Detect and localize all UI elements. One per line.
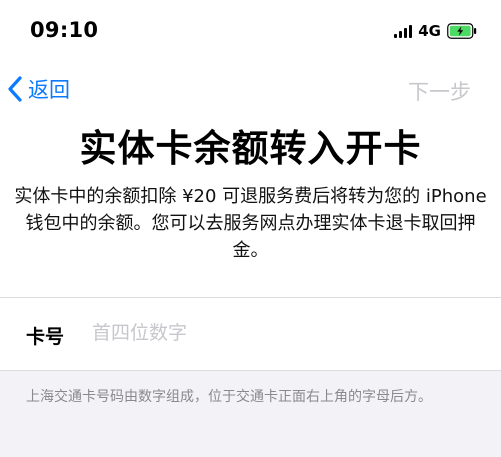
battery-icon xyxy=(447,23,477,39)
status-bar: 09:10 4G xyxy=(0,0,501,62)
back-label: 返回 xyxy=(28,78,70,102)
next-button[interactable]: 下一步 xyxy=(408,76,471,106)
description-text: 实体卡中的余额扣除 ¥20 可退服务费后将转为您的 iPhone 钱包中的余额。… xyxy=(14,186,487,261)
card-number-input[interactable] xyxy=(92,316,472,350)
back-button[interactable]: 返回 xyxy=(6,74,70,104)
network-label: 4G xyxy=(418,22,441,40)
help-text: 上海交通卡号码由数字组成，位于交通卡正面右上角的字母后方。 xyxy=(26,389,432,405)
status-time: 09:10 xyxy=(30,18,99,42)
signal-icon xyxy=(394,24,413,38)
help-section: 上海交通卡号码由数字组成，位于交通卡正面右上角的字母后方。 xyxy=(0,371,501,457)
card-number-label: 卡号 xyxy=(26,326,65,348)
card-number-row: 卡号 xyxy=(0,298,501,370)
page-title: 实体卡余额转入开卡 xyxy=(79,127,422,170)
status-indicators: 4G xyxy=(394,22,477,40)
chevron-left-icon xyxy=(8,76,22,102)
navigation-bar: 返回 下一步 xyxy=(0,70,501,110)
